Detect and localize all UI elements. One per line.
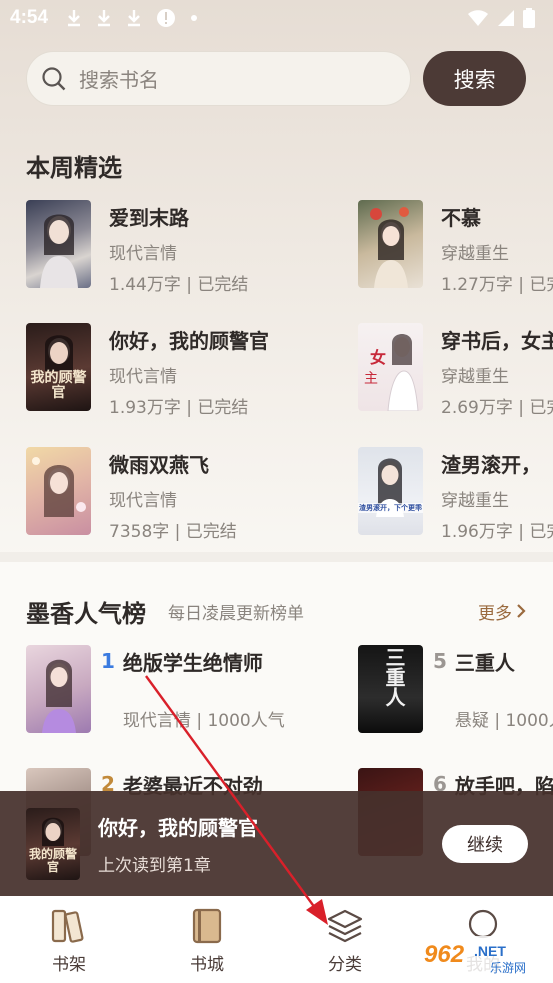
rank-book-meta: 悬疑 | 1000人 [454, 711, 553, 731]
book-meta: 1.96万字 | 已完 [441, 522, 553, 542]
ranking-item[interactable]: 三重人 5 三重人 悬疑 | 1000人 [358, 645, 553, 733]
rank-book-meta: 现代言情 | 1000人气 [122, 711, 285, 731]
search-button[interactable]: 搜索 [423, 51, 526, 106]
tab-label: 分类 [328, 955, 362, 975]
svg-text:女: 女 [370, 348, 386, 367]
continue-book-title: 你好，我的顾警官 [98, 815, 258, 840]
book-cover [358, 200, 423, 288]
book-card[interactable]: 我的顾警官 你好，我的顾警官 现代言情 1.93万字 | 已完结 [26, 323, 286, 418]
more-label: 更多 [478, 603, 512, 624]
book-title: 穿书后，女主 [441, 329, 553, 353]
tab-label: 书城 [190, 955, 224, 975]
more-link[interactable]: 更多 [478, 599, 526, 624]
dot-icon [191, 15, 198, 21]
rank-book-title: 绝版学生绝情师 [122, 651, 263, 675]
cover-title-art: 我的顾警官 [28, 846, 77, 874]
svg-text:962: 962 [424, 941, 465, 968]
book-genre: 现代言情 [109, 367, 177, 387]
search-placeholder: 搜索书名 [79, 68, 159, 92]
svg-text:.NET: .NET [474, 943, 506, 959]
signal-icon [498, 10, 514, 26]
continue-reading-bar[interactable]: 我的顾警官 你好，我的顾警官 上次读到第1章 继续 [0, 791, 553, 896]
continue-cover: 我的顾警官 [26, 807, 80, 880]
tab-bookshelf[interactable]: 书架 [0, 896, 138, 983]
book-cover: 渣男滚开，下个更乖 [358, 447, 423, 535]
layers-icon [327, 909, 363, 943]
book-title: 渣男滚开， [441, 453, 541, 477]
svg-text:主: 主 [364, 371, 378, 387]
battery-icon [523, 8, 535, 28]
book-meta: 7358字 | 已完结 [109, 522, 237, 542]
cover-title-art: 我的顾警官 [30, 370, 87, 401]
tab-category[interactable]: 分类 [276, 896, 414, 983]
search-icon [42, 66, 66, 90]
book-meta: 2.69万字 | 已完 [441, 398, 553, 418]
status-time: 4:54 [10, 7, 49, 28]
book-genre: 穿越重生 [441, 367, 509, 387]
book-cover: 女主 [358, 323, 423, 411]
book-card[interactable]: 爱到末路 现代言情 1.44万字 | 已完结 [26, 200, 286, 295]
book-genre: 穿越重生 [441, 244, 509, 264]
cover-title-art: 三重人 [382, 647, 406, 707]
bookshelf-icon [51, 909, 84, 943]
book-card[interactable]: 不慕 穿越重生 1.27万字 | 已完 [358, 200, 553, 295]
rank-book-title: 三重人 [454, 651, 515, 675]
book-card[interactable]: 微雨双燕飞 现代言情 7358字 | 已完结 [26, 447, 286, 542]
book-meta: 1.27万字 | 已完 [441, 275, 553, 295]
chevron-right-icon [517, 604, 526, 618]
ranking-title: 墨香人气榜 [26, 599, 146, 628]
book-cover: 我的顾警官 [26, 323, 91, 411]
wifi-icon [468, 10, 488, 26]
continue-button[interactable]: 继续 [442, 825, 528, 863]
status-bar: 4:54 [0, 0, 553, 36]
cover-title-art: 渣男滚开，下个更乖 [358, 503, 423, 513]
ranking-subtitle: 每日凌晨更新榜单 [168, 603, 304, 624]
svg-text:乐游网: 乐游网 [490, 961, 526, 975]
book-meta: 1.93万字 | 已完结 [109, 398, 249, 418]
book-title: 你好，我的顾警官 [109, 329, 269, 353]
tab-label: 书架 [52, 955, 86, 975]
notification-icons [66, 8, 198, 28]
book-genre: 穿越重生 [441, 491, 509, 511]
book-cover: 三重人 [358, 645, 423, 733]
search-input[interactable]: 搜索书名 [26, 51, 412, 106]
book-cover [26, 645, 91, 733]
weekly-section-title: 本周精选 [26, 154, 122, 182]
download-icon [98, 10, 111, 27]
book-cover [26, 447, 91, 535]
book-cover [26, 200, 91, 288]
book-title: 不慕 [441, 206, 481, 230]
ranking-item[interactable]: 1 绝版学生绝情师 现代言情 | 1000人气 [26, 645, 285, 733]
search-row: 搜索书名 搜索 [26, 51, 526, 106]
book-meta: 1.44万字 | 已完结 [109, 275, 249, 295]
rank-number: 1 [101, 649, 115, 673]
book-genre: 现代言情 [109, 244, 177, 264]
book-genre: 现代言情 [109, 491, 177, 511]
rank-number: 5 [433, 649, 447, 673]
book-title: 微雨双燕飞 [109, 453, 209, 477]
section-divider [0, 552, 553, 562]
download-icon [68, 10, 81, 27]
ranking-header: 墨香人气榜 每日凌晨更新榜单 更多 [26, 594, 526, 628]
watermark-logo: 962 .NET 乐游网 [414, 934, 550, 978]
alert-icon [157, 9, 176, 27]
book-title: 爱到末路 [109, 206, 189, 230]
book-icon [192, 908, 222, 944]
tab-bookstore[interactable]: 书城 [138, 896, 276, 983]
book-card[interactable]: 渣男滚开，下个更乖 渣男滚开， 穿越重生 1.96万字 | 已完 [358, 447, 553, 542]
download-icon [128, 10, 141, 27]
book-card[interactable]: 女主 穿书后，女主 穿越重生 2.69万字 | 已完 [358, 323, 553, 418]
continue-progress-text: 上次读到第1章 [98, 855, 211, 876]
